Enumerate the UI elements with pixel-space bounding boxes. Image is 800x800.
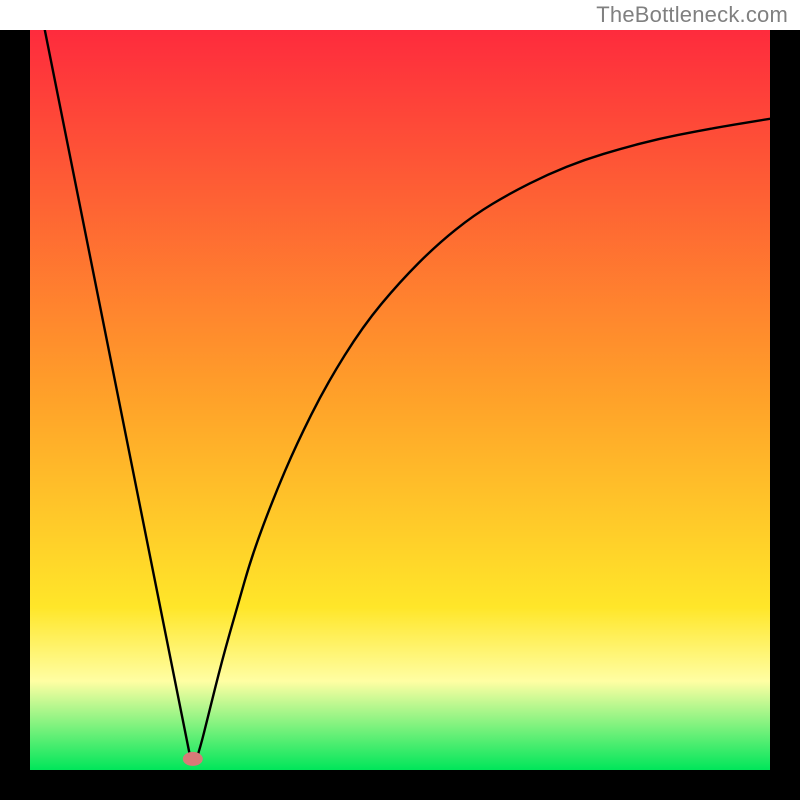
chart-container: TheBottleneck.com bbox=[0, 0, 800, 800]
plot-area bbox=[30, 30, 770, 770]
minimum-marker bbox=[183, 752, 203, 766]
gradient-background bbox=[30, 30, 770, 770]
chart-svg bbox=[30, 30, 770, 770]
attribution-text: TheBottleneck.com bbox=[594, 2, 790, 28]
frame-left bbox=[0, 30, 30, 800]
frame-right bbox=[770, 30, 800, 800]
frame-bottom bbox=[0, 770, 800, 800]
